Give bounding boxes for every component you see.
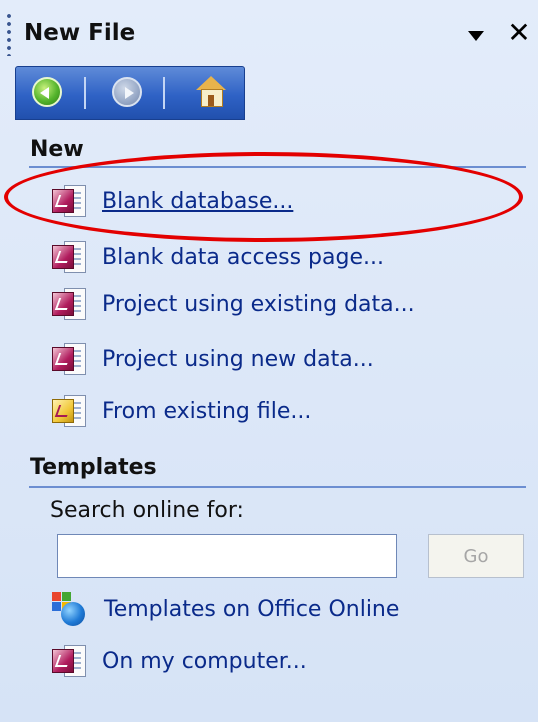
link-on-my-computer[interactable]: On my computer...	[52, 642, 307, 680]
link-label: From existing file...	[102, 398, 312, 424]
office-online-icon	[52, 592, 88, 626]
section-divider	[29, 486, 526, 488]
database-icon	[52, 185, 86, 217]
forward-arrow-icon[interactable]	[112, 77, 142, 107]
link-label: On my computer...	[102, 648, 307, 674]
back-arrow-icon[interactable]	[32, 77, 62, 107]
section-heading-templates: Templates	[30, 455, 157, 480]
link-blank-data-access-page[interactable]: Blank data access page...	[52, 238, 384, 276]
task-pane-title: New File	[24, 20, 136, 46]
project-existing-data-icon	[52, 288, 86, 320]
search-online-input[interactable]	[57, 534, 397, 578]
dropdown-arrow-icon[interactable]	[468, 31, 484, 41]
task-pane-title-bar: New File	[0, 0, 538, 62]
toolbar-separator	[84, 77, 86, 109]
navigation-toolbar	[15, 66, 245, 120]
close-icon[interactable]	[505, 18, 533, 48]
data-access-page-icon	[52, 241, 86, 273]
link-label: Project using existing data...	[102, 291, 415, 317]
computer-templates-icon	[52, 645, 86, 677]
link-label: Blank database...	[102, 188, 294, 214]
link-label: Templates on Office Online	[104, 596, 400, 622]
link-project-new-data[interactable]: Project using new data...	[52, 340, 374, 378]
home-icon[interactable]	[194, 76, 228, 108]
link-project-existing-data[interactable]: Project using existing data...	[52, 285, 415, 323]
link-label: Project using new data...	[102, 346, 374, 372]
section-heading-new: New	[30, 137, 84, 162]
section-divider	[29, 166, 526, 168]
existing-file-icon	[52, 395, 86, 427]
link-templates-office-online[interactable]: Templates on Office Online	[52, 590, 399, 628]
link-label: Blank data access page...	[102, 244, 384, 270]
go-button[interactable]: Go	[428, 534, 524, 578]
drag-grip-icon[interactable]	[7, 14, 11, 56]
link-from-existing-file[interactable]: From existing file...	[52, 392, 311, 430]
search-online-label: Search online for:	[50, 498, 244, 523]
task-pane: New File New Blank database... Blank dat…	[0, 0, 538, 722]
toolbar-separator	[163, 77, 165, 109]
link-blank-database[interactable]: Blank database...	[52, 182, 293, 220]
project-new-data-icon	[52, 343, 86, 375]
